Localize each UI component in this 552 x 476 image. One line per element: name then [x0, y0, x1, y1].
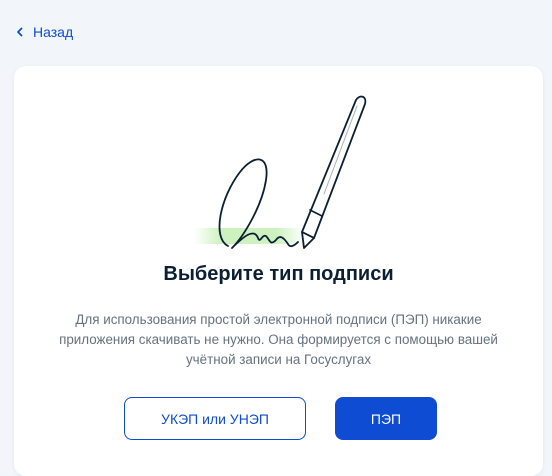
ukep-unep-button[interactable]: УКЭП или УНЭП	[124, 397, 306, 440]
signature-type-card: Выберите тип подписи Для использования п…	[14, 66, 543, 476]
chevron-left-icon	[13, 25, 27, 39]
back-link-label: Назад	[33, 24, 74, 40]
page-title: Выберите тип подписи	[163, 263, 394, 285]
pep-button[interactable]: ПЭП	[335, 397, 437, 440]
pen-signature-illustration	[184, 88, 384, 258]
back-link[interactable]: Назад	[13, 22, 73, 42]
description-text: Для использования простой электронной по…	[59, 312, 498, 367]
